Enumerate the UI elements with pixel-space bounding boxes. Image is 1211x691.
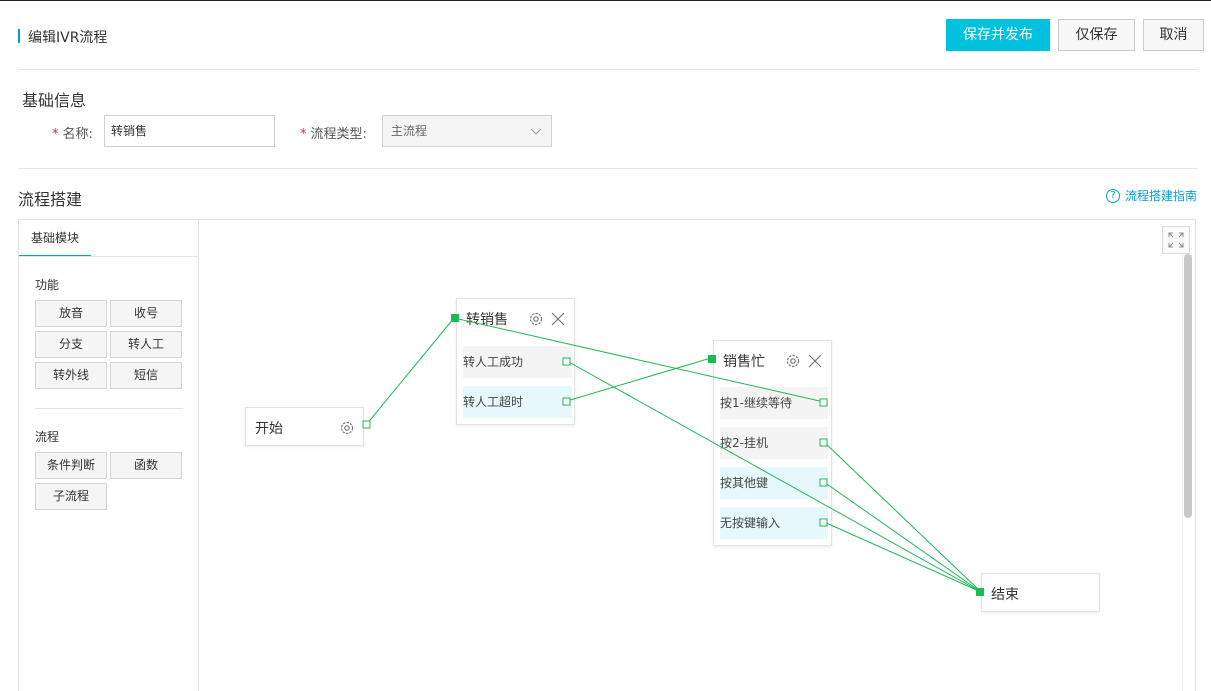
chevron-down-icon xyxy=(530,128,542,135)
page-header: 编辑IVR流程 保存并发布 仅保存 取消 xyxy=(0,1,1211,69)
module-condition[interactable]: 条件判断 xyxy=(35,452,107,479)
save-only-button[interactable]: 仅保存 xyxy=(1058,19,1135,51)
module-branch[interactable]: 分支 xyxy=(35,331,107,358)
module-sms[interactable]: 短信 xyxy=(110,362,182,389)
tab-basic-modules[interactable]: 基础模块 xyxy=(19,220,91,257)
output-port[interactable] xyxy=(362,420,371,429)
connection-timeout-to-busy xyxy=(566,357,712,402)
flow-connections xyxy=(362,314,984,596)
input-port[interactable] xyxy=(976,588,984,596)
output-port[interactable] xyxy=(562,357,571,366)
connection-other-to-end xyxy=(823,481,982,593)
connection-success-to-end xyxy=(566,360,982,593)
page-title: 编辑IVR流程 xyxy=(28,30,108,46)
group-flow-label: 流程 xyxy=(35,430,60,444)
name-field[interactable]: 转销售 xyxy=(104,115,275,147)
module-subflow[interactable]: 子流程 xyxy=(35,483,107,510)
module-transfer-external[interactable]: 转外线 xyxy=(35,362,107,389)
required-mark: * xyxy=(300,127,307,142)
module-collect[interactable]: 收号 xyxy=(110,300,182,327)
input-port[interactable] xyxy=(451,314,459,322)
basic-info-title: 基础信息 xyxy=(22,91,87,110)
help-icon: ? xyxy=(1105,188,1120,203)
flow-build-title: 流程搭建 xyxy=(18,190,83,209)
name-label-text: 名称: xyxy=(62,127,93,142)
module-palette: 基础模块 功能 放音 收号 分支 转人工 转外线 短信 流程 条件判断 函数 子… xyxy=(19,220,199,691)
flow-canvas[interactable]: 开始 转销售 转人工成功 转人工超时 销售忙 按1-继续等待 按2-挂机 按其他… xyxy=(200,220,1196,691)
connection-wait-to-transfer xyxy=(453,317,825,403)
connection-noinput-to-end xyxy=(823,521,982,593)
divider xyxy=(18,168,1198,169)
module-function[interactable]: 函数 xyxy=(110,452,182,479)
divider xyxy=(18,69,1198,70)
connection-start-to-transfer xyxy=(365,317,455,426)
required-mark: * xyxy=(52,127,59,142)
save-and-publish-button[interactable]: 保存并发布 xyxy=(946,19,1050,51)
output-port[interactable] xyxy=(819,518,828,527)
flow-type-select[interactable]: 主流程 xyxy=(382,115,552,147)
name-label: * 名称: xyxy=(52,123,93,142)
flow-guide-label: 流程搭建指南 xyxy=(1124,189,1197,203)
module-play[interactable]: 放音 xyxy=(35,300,107,327)
output-port[interactable] xyxy=(819,398,828,407)
flow-type-label: * 流程类型: xyxy=(300,123,367,142)
input-port[interactable] xyxy=(708,355,716,363)
output-port[interactable] xyxy=(562,397,571,406)
group-function-label: 功能 xyxy=(35,278,60,292)
cancel-button[interactable]: 取消 xyxy=(1143,19,1204,51)
module-transfer-agent[interactable]: 转人工 xyxy=(110,331,182,358)
output-port[interactable] xyxy=(819,478,828,487)
flow-type-value: 主流程 xyxy=(391,124,428,138)
output-port[interactable] xyxy=(819,438,828,447)
flow-guide-link[interactable]: ? 流程搭建指南 xyxy=(1105,187,1197,204)
title-accent-bar xyxy=(18,29,20,43)
flow-type-label-text: 流程类型: xyxy=(310,127,367,142)
flow-builder: 基础模块 功能 放音 收号 分支 转人工 转外线 短信 流程 条件判断 函数 子… xyxy=(18,219,1196,691)
